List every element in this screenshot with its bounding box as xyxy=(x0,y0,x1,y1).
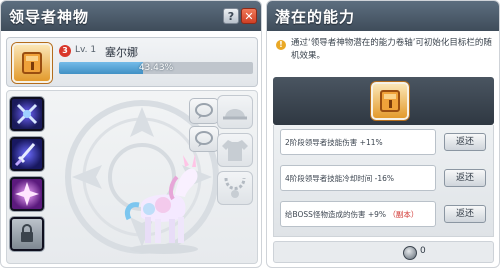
option-row: 给BOSS怪物造成的伤害 +9% （副本） xyxy=(280,201,436,227)
artifact-cube-icon[interactable] xyxy=(12,43,52,83)
scroll-count: 0 xyxy=(420,246,426,256)
scroll-coin-icon xyxy=(403,246,417,260)
revert-button[interactable]: 返还 xyxy=(444,169,486,187)
option-row: 2阶段领导者技能伤害 +11% xyxy=(280,129,436,155)
potential-ability-window: 潜在的能力 ! 通过‘领导者神物潜在的能力卷轴’可初始化目标栏的随机效果。 2阶… xyxy=(266,0,500,268)
scroll-count-bar: 0 xyxy=(273,241,494,263)
right-titlebar[interactable]: 潜在的能力 xyxy=(267,1,499,31)
locked-slot-icon[interactable] xyxy=(10,217,44,251)
option-tag: （副本） xyxy=(388,210,419,219)
shirt-icon[interactable] xyxy=(217,133,253,167)
necklace-icon[interactable] xyxy=(217,171,253,205)
option-text: 给BOSS怪物造成的伤害 +9% （副本） xyxy=(285,210,419,219)
info-text: 通过‘领导者神物潜在的能力卷轴’可初始化目标栏的随机效果。 xyxy=(291,38,492,61)
left-titlebar[interactable]: 领导者神物 ? ✕ xyxy=(1,1,261,31)
chat-bubble-icon[interactable] xyxy=(189,98,219,124)
revert-button[interactable]: 返还 xyxy=(444,133,486,151)
left-window-title: 领导者神物 xyxy=(9,8,90,26)
potential-options-list: 2阶段领导者技能伤害 +11% 返还 4阶段领导者技能冷却时间 -16% 返还 … xyxy=(273,125,494,237)
artifact-cube-icon xyxy=(371,82,409,120)
pony-artifact-image xyxy=(124,154,198,254)
grade-badge: 3 xyxy=(59,45,71,57)
selected-artifact-band xyxy=(273,77,494,125)
help-button[interactable]: ? xyxy=(223,8,239,24)
info-notice: ! 通过‘领导者神物潜在的能力卷轴’可初始化目标栏的随机效果。 xyxy=(273,37,494,71)
close-button[interactable]: ✕ xyxy=(241,8,257,24)
option-text: 2阶段领导者技能伤害 +11% xyxy=(285,138,383,147)
artifact-name: 塞尔娜 xyxy=(105,46,138,59)
leader-artifact-window: 领导者神物 ? ✕ 3 Lv. 1 塞尔娜 43.43% xyxy=(0,0,262,268)
right-window-title: 潜在的能力 xyxy=(275,8,356,26)
cross-swords-icon[interactable] xyxy=(10,97,44,131)
purple-burst-icon[interactable] xyxy=(10,177,44,211)
info-icon: ! xyxy=(276,40,286,50)
sword-icon[interactable] xyxy=(10,137,44,171)
exp-bar-text: 43.43% xyxy=(138,63,174,73)
artifact-display-area xyxy=(6,90,258,264)
revert-button[interactable]: 返还 xyxy=(444,205,486,223)
hat-icon[interactable] xyxy=(217,95,253,129)
option-row: 4阶段领导者技能冷却时间 -16% xyxy=(280,165,436,191)
artifact-level: Lv. 1 xyxy=(75,45,97,55)
option-text: 4阶段领导者技能冷却时间 -16% xyxy=(285,174,395,183)
artifact-header: 3 Lv. 1 塞尔娜 43.43% xyxy=(6,37,258,87)
